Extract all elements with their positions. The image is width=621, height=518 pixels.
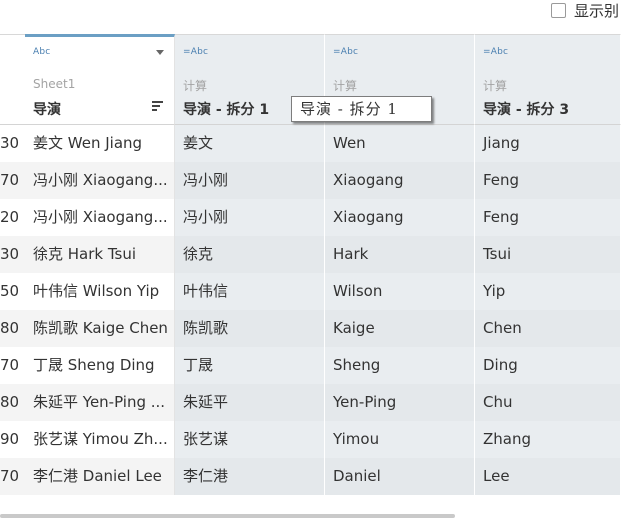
table-cell[interactable]: 90 — [0, 421, 25, 458]
type-calc-abc-icon: =Abc — [333, 47, 359, 57]
column-body-split-1: 姜文 冯小刚 冯小刚 徐克 叶伟信 陈凯歌 丁晟 朱延平 张艺谋 李仁港 — [175, 125, 325, 495]
column-0: 30 70 20 30 50 80 70 80 90 70 — [0, 34, 25, 518]
table-cell[interactable]: Xiaogang — [325, 199, 475, 236]
horizontal-scrollbar[interactable] — [0, 514, 455, 518]
table-cell[interactable]: Kaige — [325, 310, 475, 347]
table-cell[interactable]: Hark — [325, 236, 475, 273]
column-name-tooltip: 导演 - 拆分 1 — [291, 96, 432, 122]
table-cell[interactable]: 徐克 — [175, 236, 325, 273]
table-cell[interactable]: Lee — [475, 458, 621, 495]
table-cell[interactable]: 30 — [0, 236, 25, 273]
table-cell[interactable]: 徐克 Hark Tsui — [25, 236, 175, 273]
table-cell[interactable]: Feng — [475, 162, 621, 199]
table-cell[interactable]: Xiaogang — [325, 162, 475, 199]
table-cell[interactable]: 李仁港 — [175, 458, 325, 495]
table-cell[interactable]: 姜文 Wen Jiang — [25, 125, 175, 162]
table-cell[interactable]: 冯小刚 Xiaogang... — [25, 162, 175, 199]
table-cell[interactable]: 50 — [0, 273, 25, 310]
chevron-down-icon[interactable] — [156, 50, 164, 55]
table-cell[interactable]: 叶伟信 — [175, 273, 325, 310]
column-header-split-3[interactable]: =Abc 计算 导演 - 拆分 3 — [475, 34, 621, 125]
table-cell[interactable]: 张艺谋 — [175, 421, 325, 458]
table-cell[interactable]: 冯小刚 Xiaogang... — [25, 199, 175, 236]
table-cell[interactable]: 丁晟 — [175, 347, 325, 384]
column-source: 计算 — [183, 79, 208, 93]
column-source: Sheet1 — [33, 77, 76, 91]
column-name: 导演 - 拆分 3 — [483, 102, 570, 118]
table-cell[interactable]: 叶伟信 Wilson Yip — [25, 273, 175, 310]
column-body-director: 姜文 Wen Jiang 冯小刚 Xiaogang... 冯小刚 Xiaogang.… — [25, 125, 175, 495]
column-body-split-2: Wen Xiaogang Xiaogang Hark Wilson Kaige Sheng Y… — [325, 125, 475, 495]
table-cell[interactable]: 80 — [0, 384, 25, 421]
table-cell[interactable]: 姜文 — [175, 125, 325, 162]
table-cell[interactable]: Ding — [475, 347, 621, 384]
type-calc-abc-icon: =Abc — [483, 47, 509, 57]
table-cell[interactable]: 70 — [0, 458, 25, 495]
table-cell[interactable]: 30 — [0, 125, 25, 162]
show-alias-toggle[interactable]: 显示别 — [551, 0, 619, 20]
table-cell[interactable]: Daniel — [325, 458, 475, 495]
table-cell[interactable]: 80 — [0, 310, 25, 347]
table-cell[interactable]: Yimou — [325, 421, 475, 458]
show-alias-label: 显示别 — [574, 1, 620, 20]
table-cell[interactable]: 冯小刚 — [175, 199, 325, 236]
table-cell[interactable]: Feng — [475, 199, 621, 236]
column-body-split-3: Jiang Feng Feng Tsui Yip Chen Ding Chu Zhang Lee — [475, 125, 621, 495]
table-cell[interactable]: 朱延平 — [175, 384, 325, 421]
column-header-director[interactable]: Abc Sheet1 导演 — [25, 34, 175, 125]
table-cell[interactable]: 陈凯歌 — [175, 310, 325, 347]
top-bar: 显示别 — [0, 0, 621, 35]
table-cell[interactable]: Zhang — [475, 421, 621, 458]
table-cell[interactable]: 陈凯歌 Kaige Chen — [25, 310, 175, 347]
table-cell[interactable]: Chu — [475, 384, 621, 421]
table-cell[interactable]: 丁晟 Sheng Ding — [25, 347, 175, 384]
column-split-3[interactable]: =Abc 计算 导演 - 拆分 3 Jiang Feng Feng Tsui Yip Ch… — [475, 34, 621, 518]
type-calc-abc-icon: =Abc — [183, 47, 209, 57]
table-cell[interactable]: 李仁港 Daniel Lee — [25, 458, 175, 495]
table-cell[interactable]: Yen-Ping — [325, 384, 475, 421]
column-body-0: 30 70 20 30 50 80 70 80 90 70 — [0, 125, 25, 495]
column-name: 导演 — [33, 102, 61, 118]
type-abc-icon: Abc — [33, 47, 51, 57]
table-cell[interactable]: Chen — [475, 310, 621, 347]
table-cell[interactable]: 70 — [0, 347, 25, 384]
table-cell[interactable]: Wilson — [325, 273, 475, 310]
show-alias-checkbox[interactable] — [551, 2, 566, 18]
table-cell[interactable]: Wen — [325, 125, 475, 162]
sort-icon[interactable] — [152, 101, 163, 113]
column-source: 计算 — [333, 79, 358, 93]
table-cell[interactable]: Tsui — [475, 236, 621, 273]
table-cell[interactable]: Yip — [475, 273, 621, 310]
column-director[interactable]: Abc Sheet1 导演 姜文 Wen Jiang 冯小刚 Xiaogang..… — [25, 34, 175, 518]
table-cell[interactable]: 20 — [0, 199, 25, 236]
table-cell[interactable]: 70 — [0, 162, 25, 199]
table-cell[interactable]: 朱延平 Yen-Ping ... — [25, 384, 175, 421]
table-cell[interactable]: 张艺谋 Yimou Zh... — [25, 421, 175, 458]
table-cell[interactable]: 冯小刚 — [175, 162, 325, 199]
column-header-0 — [0, 34, 25, 125]
table-cell[interactable]: Jiang — [475, 125, 621, 162]
table-cell[interactable]: Sheng — [325, 347, 475, 384]
column-source: 计算 — [483, 79, 508, 93]
column-name: 导演 - 拆分 1 — [183, 102, 270, 118]
